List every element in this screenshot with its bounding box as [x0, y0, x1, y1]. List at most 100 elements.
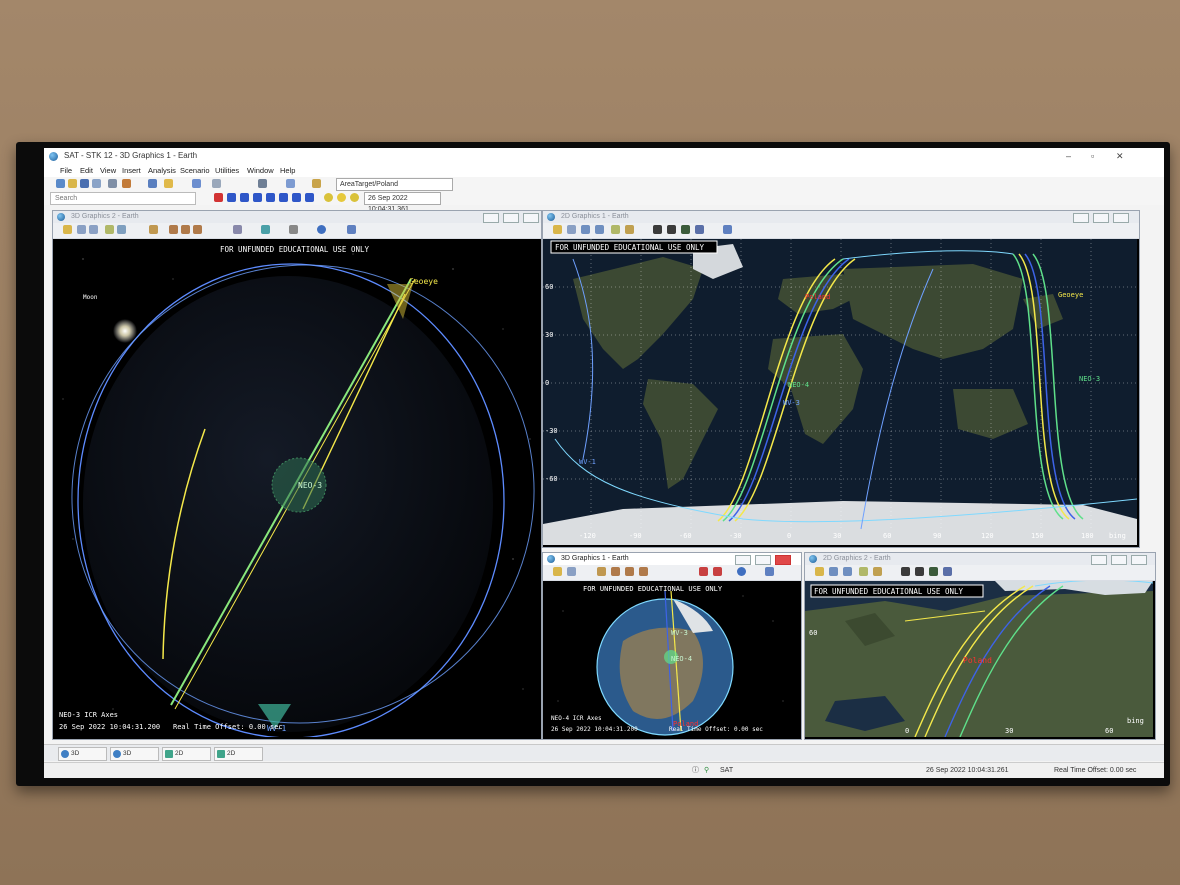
reset-icon[interactable] — [214, 193, 223, 202]
properties-icon[interactable] — [815, 567, 824, 576]
rotate-icon[interactable] — [233, 225, 242, 234]
tab-2d-graphics-2[interactable]: 2D Graphic... — [214, 747, 263, 769]
camera-icon[interactable] — [639, 567, 648, 576]
pane-maximize-button[interactable] — [1093, 213, 1109, 223]
pane-close-button[interactable] — [1113, 213, 1129, 223]
pan-icon[interactable] — [567, 225, 576, 234]
map-details-icon[interactable] — [653, 225, 662, 234]
globe-view-icon[interactable] — [317, 225, 326, 234]
report-icon[interactable] — [148, 179, 157, 188]
print-icon[interactable] — [108, 179, 117, 188]
pan-icon[interactable] — [567, 567, 576, 576]
view-icon[interactable] — [105, 225, 114, 234]
minimize-icon[interactable]: – — [1066, 148, 1071, 164]
clock-icon[interactable] — [350, 193, 359, 202]
tab-3d-graphics-1[interactable]: 3D Graphic... — [58, 747, 107, 769]
view-home-icon[interactable] — [117, 225, 126, 234]
object-browser-icon[interactable] — [192, 179, 201, 188]
pane-minimize-button[interactable] — [735, 555, 751, 565]
orbit-icon[interactable] — [625, 567, 634, 576]
xrealtime-icon[interactable] — [337, 193, 346, 202]
target-icon[interactable] — [312, 179, 321, 188]
3d-view-left[interactable]: Geoeye NEO-3 Moon WV-1 FOR UNFUNDED EDUC… — [53, 239, 541, 739]
new-icon[interactable] — [56, 179, 65, 188]
measure-icon[interactable] — [261, 225, 270, 234]
insert-object-icon[interactable] — [212, 179, 221, 188]
map-details-icon[interactable] — [901, 567, 910, 576]
pane-maximize-button[interactable] — [755, 555, 771, 565]
properties-icon[interactable] — [122, 179, 131, 188]
graphics-icon[interactable] — [286, 179, 295, 188]
view-icon[interactable] — [611, 225, 620, 234]
properties-icon[interactable] — [553, 225, 562, 234]
realtime-icon[interactable] — [324, 193, 333, 202]
zoom-in-icon[interactable] — [581, 225, 590, 234]
pan-icon[interactable] — [77, 225, 86, 234]
europe-map-view[interactable]: FOR UNFUNDED EDUCATIONAL USE ONLY Poland… — [805, 581, 1155, 739]
pen-icon[interactable] — [713, 567, 722, 576]
menu-analysis[interactable]: Analysis — [148, 164, 176, 177]
decrease-step-icon[interactable] — [292, 193, 301, 202]
pane-minimize-button[interactable] — [1091, 555, 1107, 565]
search-input[interactable]: Search — [50, 192, 196, 205]
view-icon[interactable] — [859, 567, 868, 576]
menu-file[interactable]: File — [60, 164, 72, 177]
pane-maximize-button[interactable] — [503, 213, 519, 223]
map-layers-icon[interactable] — [681, 225, 690, 234]
pane-minimize-button[interactable] — [483, 213, 499, 223]
tab-2d-graphics-1[interactable]: 2D Graphic... — [162, 747, 211, 769]
close-icon[interactable]: ✕ — [1116, 148, 1124, 164]
increase-step-icon[interactable] — [305, 193, 314, 202]
globe-manager-icon[interactable] — [169, 225, 178, 234]
maximize-icon[interactable]: ▫ — [1091, 148, 1094, 164]
data-display-icon[interactable] — [723, 225, 732, 234]
data-display-icon[interactable] — [347, 225, 356, 234]
3d-view-small[interactable]: WV-3 NEO-4 Poland FOR UNFUNDED EDUCATION… — [543, 581, 801, 739]
zoom-out-icon[interactable] — [843, 567, 852, 576]
projection-icon[interactable] — [625, 225, 634, 234]
save-all-icon[interactable] — [92, 179, 101, 188]
projection-icon[interactable] — [873, 567, 882, 576]
pane-minimize-button[interactable] — [1073, 213, 1089, 223]
lighting-icon[interactable] — [149, 225, 158, 234]
zoom-icon[interactable] — [89, 225, 98, 234]
step-forward-icon[interactable] — [279, 193, 288, 202]
properties-icon[interactable] — [553, 567, 562, 576]
orbit-icon[interactable] — [181, 225, 190, 234]
pane-close-button[interactable] — [775, 555, 791, 565]
globe-view-icon[interactable] — [737, 567, 746, 576]
access-icon[interactable] — [258, 179, 267, 188]
map-globe-icon[interactable] — [695, 225, 704, 234]
2d-map-view[interactable]: FOR UNFUNDED EDUCATIONAL USE ONLY Poland… — [543, 239, 1139, 547]
map-print-icon[interactable] — [667, 225, 676, 234]
map-layers-icon[interactable] — [929, 567, 938, 576]
target-select[interactable]: AreaTarget/Poland — [336, 178, 453, 191]
data-display-icon[interactable] — [765, 567, 774, 576]
draw-icon[interactable] — [699, 567, 708, 576]
menu-utilities[interactable]: Utilities — [215, 164, 239, 177]
globe-manager-icon[interactable] — [611, 567, 620, 576]
step-back-icon[interactable] — [227, 193, 236, 202]
zoom-out-icon[interactable] — [595, 225, 604, 234]
open-icon[interactable] — [68, 179, 77, 188]
pane-maximize-button[interactable] — [1111, 555, 1127, 565]
pane-close-button[interactable] — [1131, 555, 1147, 565]
pause-icon[interactable] — [253, 193, 262, 202]
pane-close-button[interactable] — [523, 213, 539, 223]
camera-icon[interactable] — [193, 225, 202, 234]
zoom-in-icon[interactable] — [829, 567, 838, 576]
menu-help[interactable]: Help — [280, 164, 295, 177]
vector-icon[interactable] — [289, 225, 298, 234]
play-reverse-icon[interactable] — [240, 193, 249, 202]
tab-3d-graphics-2[interactable]: 3D Graphic... — [110, 747, 159, 769]
graph-icon[interactable] — [164, 179, 173, 188]
menu-view[interactable]: View — [100, 164, 116, 177]
play-icon[interactable] — [266, 193, 275, 202]
map-globe-icon[interactable] — [943, 567, 952, 576]
menu-edit[interactable]: Edit — [80, 164, 93, 177]
lighting-icon[interactable] — [597, 567, 606, 576]
menu-scenario[interactable]: Scenario — [180, 164, 210, 177]
properties-icon[interactable] — [63, 225, 72, 234]
menu-insert[interactable]: Insert — [122, 164, 141, 177]
save-icon[interactable] — [80, 179, 89, 188]
